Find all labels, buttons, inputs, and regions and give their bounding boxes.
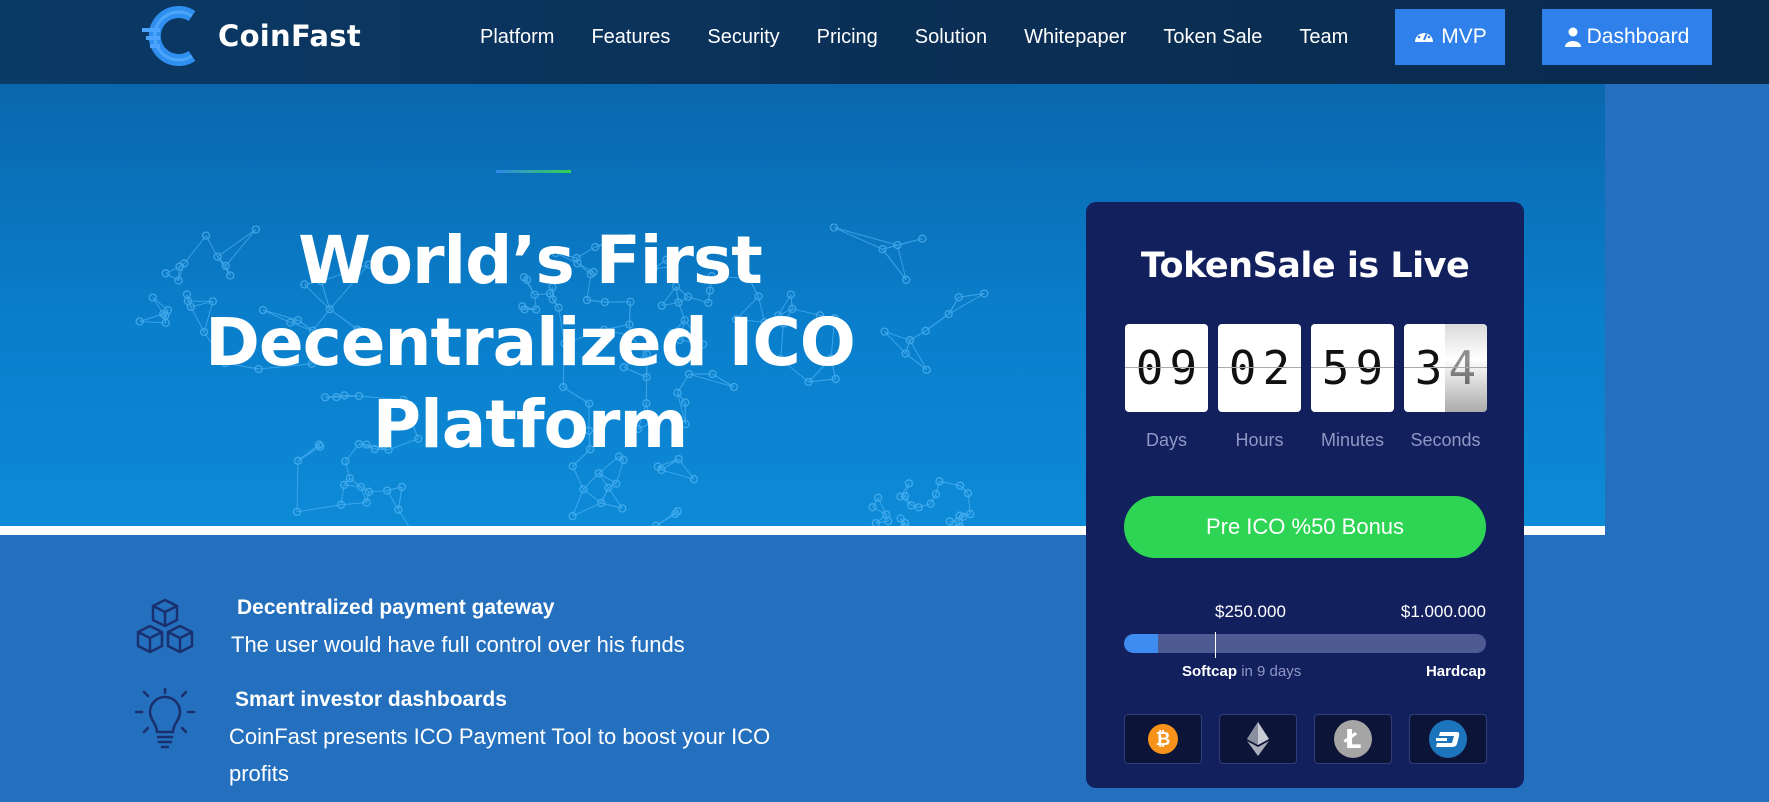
- countdown-label: Days: [1145, 430, 1187, 450]
- countdown-minutes: 59 Minutes: [1311, 324, 1394, 451]
- nav-features[interactable]: Features: [591, 22, 670, 52]
- headline-line-3: Platform: [372, 386, 688, 463]
- mvp-label: MVP: [1441, 25, 1487, 48]
- softcap-label: Softcap: [1182, 663, 1238, 680]
- map-link: [909, 339, 928, 371]
- dashboard-button[interactable]: Dashboard: [1542, 9, 1712, 65]
- blocks-icon: [136, 598, 194, 654]
- countdown-label: Minutes: [1320, 430, 1385, 450]
- nav-whitepaper[interactable]: Whitepaper: [1024, 22, 1126, 52]
- countdown-seconds: 34 Seconds: [1404, 324, 1487, 451]
- nav-security[interactable]: Security: [707, 22, 779, 52]
- feature-desc-line: profits: [229, 761, 289, 786]
- top-navbar: CoinFast Platform Features Security Pric…: [0, 0, 1769, 84]
- feature-title: Smart investor dashboards: [235, 688, 507, 711]
- nav-token-sale[interactable]: Token Sale: [1163, 22, 1262, 52]
- softcap-caption: Softcap in 9 days: [1182, 663, 1301, 680]
- funding-progress-fill: [1124, 634, 1159, 653]
- countdown-value: 02: [1218, 324, 1301, 412]
- coinfast-logo-icon: [142, 6, 196, 66]
- nav-team[interactable]: Team: [1299, 22, 1348, 52]
- nav-platform[interactable]: Platform: [480, 22, 554, 52]
- countdown-timer: 09 Days 02 Hours 59 Minutes 34 Seconds: [1125, 324, 1487, 451]
- map-link: [366, 491, 370, 503]
- coin-litecoin[interactable]: Ł: [1314, 714, 1392, 764]
- brand-name: CoinFast: [218, 19, 361, 53]
- hero-headline: World’s First Decentralized ICO Platform: [180, 220, 880, 466]
- coin-ethereum[interactable]: [1219, 714, 1297, 764]
- accent-line: [496, 170, 571, 173]
- countdown-hours: 02 Hours: [1218, 324, 1301, 451]
- countdown-label: Hours: [1235, 430, 1284, 450]
- token-sale-title: TokenSale is Live: [1140, 246, 1470, 286]
- map-link: [661, 469, 695, 480]
- dashboard-label: Dashboard: [1586, 25, 1690, 48]
- headline-line-2: Decentralized ICO: [205, 304, 856, 381]
- bitcoin-icon: ₿: [1148, 724, 1178, 754]
- nav-pricing[interactable]: Pricing: [817, 22, 878, 52]
- countdown-value: 09: [1125, 324, 1208, 412]
- countdown-label: Seconds: [1410, 430, 1481, 450]
- countdown-value: 34: [1404, 324, 1487, 412]
- map-link: [925, 313, 949, 332]
- litecoin-icon: Ł: [1334, 720, 1372, 758]
- svg-text:₿: ₿: [1156, 729, 1171, 750]
- countdown-days: 09 Days: [1125, 324, 1208, 451]
- headline-line-1: World’s First: [298, 222, 763, 299]
- accepted-coins: ₿ Ł: [1124, 714, 1504, 764]
- brand-logo[interactable]: CoinFast: [140, 6, 361, 66]
- ethereum-icon: [1247, 722, 1269, 756]
- feature-title: Decentralized payment gateway: [237, 596, 555, 619]
- feature-desc: The user would have full control over hi…: [231, 626, 831, 663]
- dash-icon: [1429, 720, 1467, 758]
- feature-desc-line: CoinFast presents ICO Payment Tool to bo…: [229, 724, 771, 749]
- mvp-button[interactable]: MVP: [1395, 9, 1505, 65]
- softcap-marker: [1214, 632, 1216, 658]
- map-link: [598, 472, 609, 489]
- nav-solution[interactable]: Solution: [915, 22, 987, 52]
- countdown-value: 59: [1311, 324, 1394, 412]
- funding-progress-bar: [1124, 634, 1486, 653]
- pre-ico-bonus-button[interactable]: Pre ICO %50 Bonus: [1124, 496, 1486, 558]
- softcap-note: in 9 days: [1241, 663, 1302, 680]
- map-node: [568, 511, 577, 521]
- map-node: [880, 327, 889, 336]
- coin-dash[interactable]: [1409, 714, 1487, 764]
- main-nav: Platform Features Security Pricing Solut…: [480, 22, 1385, 52]
- map-link: [600, 487, 609, 504]
- speedometer-icon: [1415, 31, 1434, 42]
- token-sale-card: TokenSale is Live 09 Days 02 Hours 59 Mi…: [1086, 202, 1524, 788]
- lightbulb-icon: [134, 688, 196, 749]
- coin-bitcoin[interactable]: ₿: [1124, 714, 1202, 764]
- softcap-amount: $250.000: [1215, 602, 1286, 621]
- hero-right-panel: [1605, 84, 1769, 526]
- feature-desc: CoinFast presents ICO Payment Tool to bo…: [229, 718, 829, 792]
- map-link: [296, 460, 299, 512]
- map-link: [909, 330, 926, 341]
- map-link: [882, 238, 923, 250]
- hardcap-amount: $1.000.000: [1400, 602, 1486, 621]
- map-link: [296, 504, 342, 513]
- svg-text:Ł: Ł: [1343, 725, 1362, 755]
- feature-desc-line: The user would have full control over hi…: [231, 632, 685, 657]
- hardcap-label: Hardcap: [1425, 663, 1486, 680]
- user-icon: [1564, 27, 1581, 47]
